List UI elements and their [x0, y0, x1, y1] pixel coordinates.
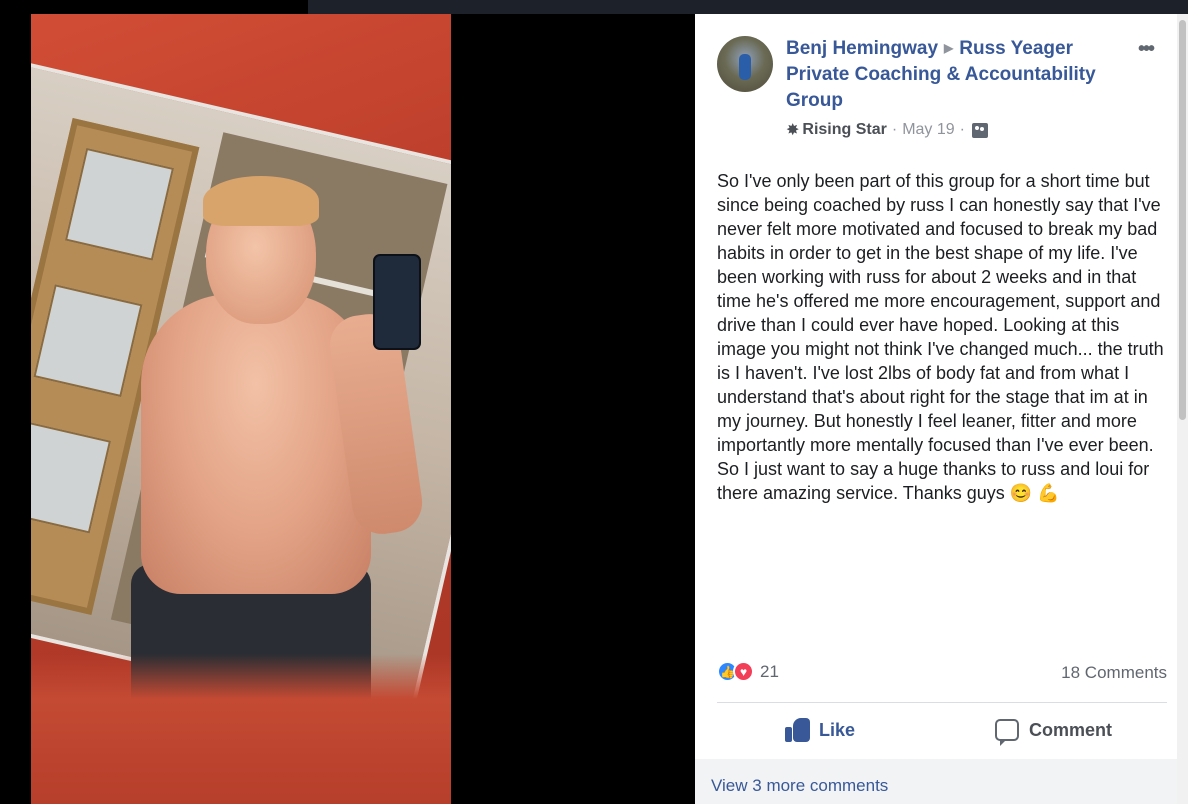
photo-lower-wall: [31, 654, 451, 804]
author-avatar[interactable]: [717, 36, 773, 92]
triangle-right-icon: ▶: [944, 41, 954, 55]
reaction-count: 21: [760, 661, 779, 681]
smiling-emoji: 😊: [1009, 483, 1033, 503]
thumbs-up-icon: [785, 718, 811, 742]
like-button-label: Like: [819, 719, 856, 740]
view-more-comments-link[interactable]: View 3 more comments: [711, 776, 888, 796]
person-phone: [373, 254, 421, 350]
comment-bubble-icon: [995, 719, 1019, 746]
comment-button[interactable]: Comment: [995, 714, 1112, 746]
like-button[interactable]: Like: [785, 714, 855, 746]
rising-star-icon: ✸: [786, 122, 800, 139]
comments-count-link[interactable]: 18 Comments: [1061, 663, 1167, 683]
top-nav-bar: [308, 0, 1188, 14]
post-panel: Benj Hemingway ▶ Russ Yeager Private Coach…: [695, 14, 1177, 804]
meta-separator: ·: [891, 121, 898, 138]
love-reaction-icon: ♥: [733, 661, 754, 682]
top-nav-strip: [0, 0, 1188, 14]
comments-area: View 3 more comments: [695, 759, 1177, 804]
member-badge[interactable]: Rising Star: [802, 121, 886, 139]
photo-person: [111, 176, 426, 704]
avatar-figure: [739, 54, 751, 80]
reactions-summary[interactable]: 👍 ♥ 21: [717, 661, 779, 682]
author-name-link[interactable]: Benj Hemingway: [786, 38, 938, 59]
comment-button-label: Comment: [1029, 719, 1113, 740]
post-body-text: So I've only been part of this group for…: [717, 171, 1164, 503]
door-pane: [31, 420, 112, 534]
post-photo[interactable]: [31, 14, 451, 804]
more-options-icon[interactable]: •••: [1138, 38, 1155, 61]
panel-scrollbar[interactable]: [1177, 14, 1188, 804]
flexed-biceps-emoji: 💪: [1037, 483, 1060, 503]
post-body: So I've only been part of this group for…: [717, 169, 1169, 505]
person-hair: [203, 176, 319, 226]
meta-separator: ·: [959, 121, 965, 138]
post-header: Benj Hemingway ▶ Russ Yeager Private Coach…: [786, 35, 1116, 114]
divider: [717, 702, 1167, 703]
scrollbar-thumb[interactable]: [1179, 20, 1186, 420]
group-audience-icon: [972, 122, 988, 138]
post-date-link[interactable]: May 19: [902, 121, 954, 139]
post-meta: ✸ Rising Star · May 19 ·: [786, 120, 988, 140]
